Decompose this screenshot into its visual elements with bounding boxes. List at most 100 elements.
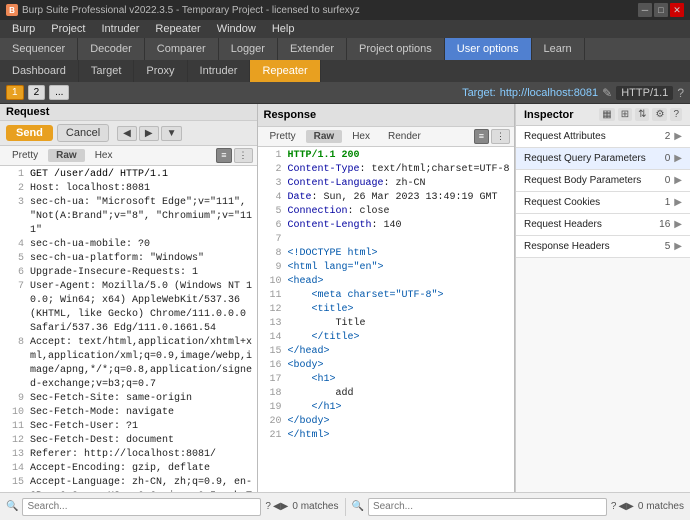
response-title: Response bbox=[264, 109, 317, 121]
resp-tab-raw[interactable]: Raw bbox=[306, 130, 343, 143]
menu-project[interactable]: Project bbox=[43, 20, 93, 38]
resp-line: 5Connection: close bbox=[258, 205, 515, 219]
resp-line: 13 Title bbox=[258, 317, 515, 331]
req-tab-pretty[interactable]: Pretty bbox=[4, 149, 46, 162]
req-tab-hex[interactable]: Hex bbox=[87, 149, 121, 162]
resp-view-icon1[interactable]: ≡ bbox=[474, 129, 489, 144]
inspector-icon-sort[interactable]: ⇅ bbox=[635, 108, 649, 121]
inspector-section-5[interactable]: Response Headers5▶ bbox=[516, 236, 690, 257]
inspector-section-count: 2 bbox=[665, 131, 671, 142]
search-input-right[interactable] bbox=[368, 498, 607, 516]
repeater-tab-1[interactable]: 1 bbox=[6, 85, 24, 100]
tab-user-options[interactable]: User options bbox=[445, 38, 532, 60]
req-line: 7User-Agent: Mozilla/5.0 (Windows NT 10.… bbox=[0, 280, 257, 336]
req-line: 13Referer: http://localhost:8081/ bbox=[0, 448, 257, 462]
repeater-tab-2[interactable]: 2 bbox=[28, 85, 46, 100]
send-button[interactable]: Send bbox=[6, 125, 53, 141]
prev-arrow[interactable]: ◀ bbox=[117, 126, 137, 141]
maximize-button[interactable]: □ bbox=[654, 3, 668, 17]
tab-learn[interactable]: Learn bbox=[532, 38, 585, 60]
resp-line: 7 bbox=[258, 233, 515, 247]
tab-decoder[interactable]: Decoder bbox=[78, 38, 145, 60]
resp-line: 8<!DOCTYPE html> bbox=[258, 247, 515, 261]
inspector-section-label: Request Headers bbox=[524, 219, 659, 230]
inspector-section-0[interactable]: Request Attributes2▶ bbox=[516, 126, 690, 147]
app-title: Burp Suite Professional v2022.3.5 - Temp… bbox=[22, 5, 360, 16]
inspector-section-4[interactable]: Request Headers16▶ bbox=[516, 214, 690, 235]
req-line: 4sec-ch-ua-mobile: ?0 bbox=[0, 238, 257, 252]
resp-tab-hex[interactable]: Hex bbox=[344, 130, 378, 143]
inspector-sections: Request Attributes2▶Request Query Parame… bbox=[516, 126, 690, 258]
menu-repeater[interactable]: Repeater bbox=[147, 20, 208, 38]
resp-line: 1HTTP/1.1 200 bbox=[258, 149, 515, 163]
minimize-button[interactable]: ─ bbox=[638, 3, 652, 17]
request-panel: Request Send Cancel ◀ ▶ ▼ Pretty Raw Hex… bbox=[0, 104, 258, 492]
inspector-chevron-icon: ▶ bbox=[674, 153, 682, 164]
tab-proxy[interactable]: Proxy bbox=[134, 60, 187, 82]
search-help-right[interactable]: ? bbox=[611, 501, 617, 512]
request-content[interactable]: 1GET /user/add/ HTTP/1.12Host: localhost… bbox=[0, 166, 257, 492]
inspector-section-label: Request Cookies bbox=[524, 197, 665, 208]
search-nav-right[interactable]: ◀▶ bbox=[618, 501, 633, 512]
search-help-left[interactable]: ? bbox=[265, 501, 271, 512]
menu-intruder[interactable]: Intruder bbox=[94, 20, 148, 38]
cancel-button[interactable]: Cancel bbox=[57, 124, 109, 142]
tab-repeater[interactable]: Repeater bbox=[250, 60, 320, 82]
resp-line: 3Content-Language: zh-CN bbox=[258, 177, 515, 191]
req-line: 12Sec-Fetch-Dest: document bbox=[0, 434, 257, 448]
req-line: 11Sec-Fetch-User: ?1 bbox=[0, 420, 257, 434]
req-line: 1GET /user/add/ HTTP/1.1 bbox=[0, 168, 257, 182]
search-nav-left[interactable]: ◀▶ bbox=[273, 501, 288, 512]
app-icon: B bbox=[6, 4, 18, 16]
inspector-section-count: 0 bbox=[665, 175, 671, 186]
inspector-icon-list[interactable]: ▦ bbox=[599, 108, 614, 121]
request-title: Request bbox=[6, 106, 49, 118]
menu-help[interactable]: Help bbox=[264, 20, 303, 38]
resp-line: 9<html lang="en"> bbox=[258, 261, 515, 275]
inspector-icon-grid[interactable]: ⊞ bbox=[618, 108, 632, 121]
resp-tab-pretty[interactable]: Pretty bbox=[262, 130, 304, 143]
inspector-section-3[interactable]: Request Cookies1▶ bbox=[516, 192, 690, 213]
inspector-icon-settings[interactable]: ⚙ bbox=[652, 108, 667, 121]
nav-arrows: ◀ ▶ ▼ bbox=[117, 126, 182, 141]
resp-view-icon2[interactable]: ⋮ bbox=[491, 129, 510, 144]
inspector-chevron-icon: ▶ bbox=[674, 197, 682, 208]
req-tab-raw[interactable]: Raw bbox=[48, 149, 85, 162]
inspector-header: Inspector ▦ ⊞ ⇅ ⚙ ? bbox=[516, 104, 690, 126]
next-arrow[interactable]: ▶ bbox=[139, 126, 159, 141]
resp-tab-render[interactable]: Render bbox=[380, 130, 429, 143]
search-input-left[interactable] bbox=[22, 498, 261, 516]
inspector-icon-help[interactable]: ? bbox=[670, 108, 682, 121]
edit-target-icon[interactable]: ✎ bbox=[602, 86, 612, 100]
req-line: 10Sec-Fetch-Mode: navigate bbox=[0, 406, 257, 420]
inspector-section-2[interactable]: Request Body Parameters0▶ bbox=[516, 170, 690, 191]
repeater-tab-more[interactable]: ... bbox=[49, 85, 69, 100]
tab-sequencer[interactable]: Sequencer bbox=[0, 38, 78, 60]
tab-logger[interactable]: Logger bbox=[219, 38, 278, 60]
close-button[interactable]: ✕ bbox=[670, 3, 684, 17]
match-count-left: 0 matches bbox=[292, 501, 338, 512]
req-view-icon2[interactable]: ⋮ bbox=[234, 148, 253, 163]
tab-target[interactable]: Target bbox=[79, 60, 135, 82]
help-icon[interactable]: ? bbox=[677, 86, 684, 100]
tab-intruder2[interactable]: Intruder bbox=[188, 60, 251, 82]
req-line: 5sec-ch-ua-platform: "Windows" bbox=[0, 252, 257, 266]
inspector-section-count: 16 bbox=[659, 219, 670, 230]
req-line: 6Upgrade-Insecure-Requests: 1 bbox=[0, 266, 257, 280]
window-controls[interactable]: ─ □ ✕ bbox=[638, 3, 684, 17]
req-view-icon1[interactable]: ≡ bbox=[216, 148, 231, 163]
tab-project-options[interactable]: Project options bbox=[347, 38, 445, 60]
inspector-section-label: Request Body Parameters bbox=[524, 175, 665, 186]
resp-line: 17 <h1> bbox=[258, 373, 515, 387]
tab-comparer[interactable]: Comparer bbox=[145, 38, 219, 60]
inspector-section-label: Request Query Parameters bbox=[524, 153, 665, 164]
tab-dashboard[interactable]: Dashboard bbox=[0, 60, 79, 82]
target-label: Target: bbox=[462, 87, 496, 99]
tab-extender[interactable]: Extender bbox=[278, 38, 347, 60]
response-content[interactable]: 1HTTP/1.1 2002Content-Type: text/html;ch… bbox=[258, 147, 515, 492]
menu-window[interactable]: Window bbox=[209, 20, 264, 38]
inspector-section-1[interactable]: Request Query Parameters0▶ bbox=[516, 148, 690, 169]
down-arrow[interactable]: ▼ bbox=[161, 126, 183, 141]
menu-burp[interactable]: Burp bbox=[4, 20, 43, 38]
response-panel: Response Pretty Raw Hex Render ≡ ⋮ 1HTTP… bbox=[258, 104, 516, 492]
